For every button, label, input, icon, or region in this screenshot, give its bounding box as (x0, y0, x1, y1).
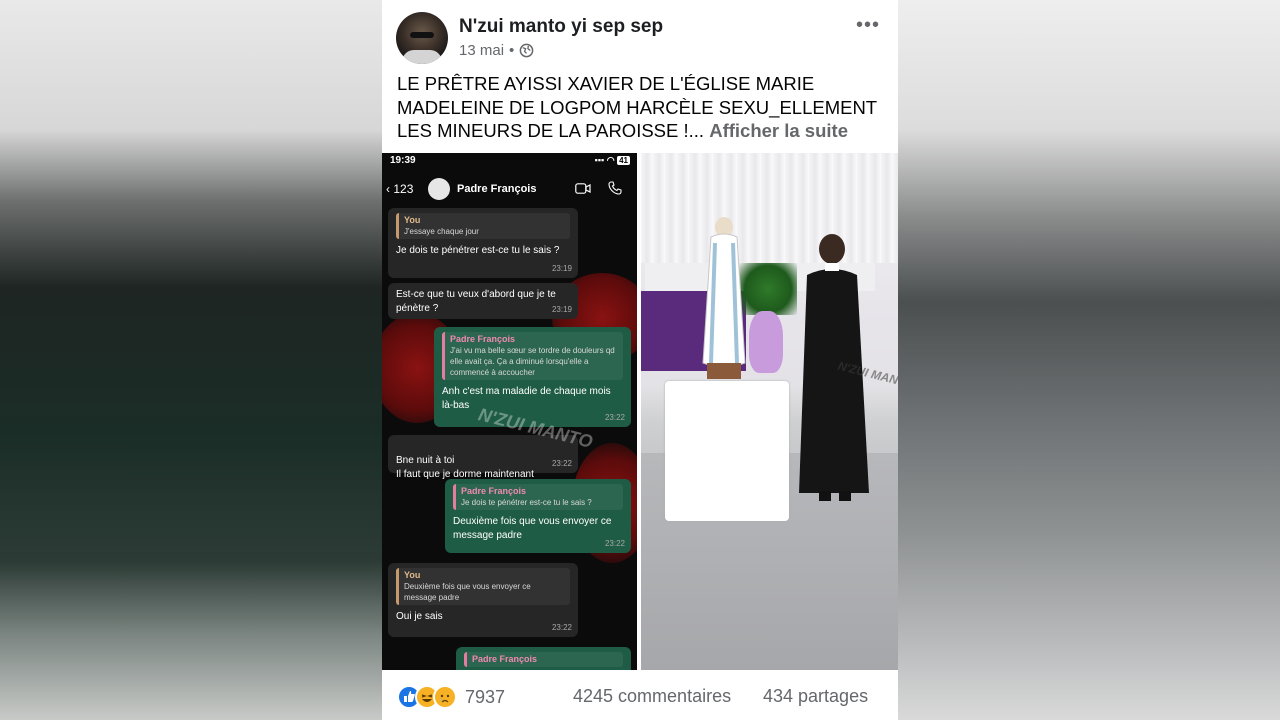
blurred-backdrop-left (0, 0, 382, 720)
message-time: 23:22 (551, 459, 572, 468)
chat-message: You Deuxième fois que vous envoyer ce me… (388, 563, 578, 637)
globe-icon (519, 43, 534, 58)
quoted-author: You (404, 215, 421, 225)
message-text: Anh c'est ma maladie de chaque mois là-b… (442, 386, 611, 411)
reactions-summary[interactable]: 7937 (397, 685, 505, 709)
post-meta: 13 mai • (459, 42, 534, 59)
quoted-message: Padre François Je dois te pénétrer est-c… (453, 484, 623, 510)
message-text: Est-ce que tu veux d'abord que je te pén… (396, 289, 556, 314)
chat-message: Padre François (456, 647, 631, 670)
message-text: Je dois te pénétrer est-ce tu le sais ? (396, 245, 560, 256)
see-more-link[interactable]: Afficher la suite (709, 120, 848, 141)
quoted-text: Je dois te pénétrer est-ce tu le sais ? (461, 498, 592, 507)
quoted-text: J'ai vu ma belle sœur se tordre de doule… (450, 346, 615, 377)
message-text: Oui je sais (396, 611, 443, 622)
quoted-message: You Deuxième fois que vous envoyer ce me… (396, 568, 570, 605)
message-time: 23:22 (604, 539, 625, 548)
post-footer: 7937 4245 commentaires 434 partages (382, 670, 898, 720)
message-text: Deuxième fois que vous envoyer ce messag… (453, 516, 612, 541)
shares-count-link[interactable]: 434 partages (763, 686, 868, 707)
author-avatar[interactable] (396, 12, 448, 64)
contact-avatar (428, 178, 450, 200)
phone-call-icon (608, 181, 622, 195)
post-date[interactable]: 13 mai (459, 42, 504, 59)
more-horizontal-icon[interactable]: ••• (856, 14, 880, 37)
message-time: 23:19 (551, 305, 572, 314)
message-time: 23:22 (604, 413, 625, 422)
message-time: 23:22 (551, 623, 572, 632)
chat-message: Padre François Je dois te pénétrer est-c… (445, 479, 631, 553)
quoted-author: Padre François (472, 654, 538, 664)
post-text: LE PRÊTRE AYISSI XAVIER DE L'ÉGLISE MARI… (397, 72, 887, 143)
chat-header: ‹ 123 Padre François (382, 175, 637, 205)
quoted-message: Padre François J'ai vu ma belle sœur se … (442, 332, 623, 380)
reaction-count: 7937 (465, 686, 506, 707)
sad-icon (433, 685, 457, 709)
battery-level: 41 (617, 156, 630, 165)
quoted-author: Padre François (461, 486, 527, 496)
video-call-icon (575, 183, 591, 194)
white-covered-table (665, 381, 789, 521)
chat-message: You J'essaye chaque jour Je dois te péné… (388, 208, 578, 278)
unread-count: 123 (393, 182, 414, 196)
purple-vase (749, 311, 783, 373)
quoted-text: J'essaye chaque jour (404, 227, 479, 236)
facebook-post-card: N'zui manto yi sep sep 13 mai • ••• LE P… (382, 0, 898, 720)
status-icons: ▪▪▪ ◠ 41 (594, 155, 630, 165)
chat-message: Padre François J'ai vu ma belle sœur se … (434, 327, 631, 427)
comments-count-link[interactable]: 4245 commentaires (573, 686, 731, 707)
message-text: Bne nuit à toi Il faut que je dorme main… (396, 455, 534, 480)
back-button: ‹ 123 (386, 182, 414, 196)
quoted-author: Padre François (450, 334, 516, 344)
avatar-shirt (402, 50, 442, 64)
blurred-backdrop-right (898, 0, 1280, 720)
avatar-sunglasses (410, 32, 434, 38)
meta-separator: • (509, 42, 515, 59)
chat-screenshot-image[interactable]: 19:39 ▪▪▪ ◠ 41 ‹ 123 Padre François You … (382, 153, 637, 670)
quoted-message: Padre François (464, 652, 623, 667)
contact-name: Padre François (457, 183, 537, 195)
post-header: N'zui manto yi sep sep 13 mai • ••• (382, 0, 898, 68)
phone-status-bar: 19:39 ▪▪▪ ◠ 41 (390, 155, 630, 169)
author-name[interactable]: N'zui manto yi sep sep (459, 16, 663, 38)
status-time: 19:39 (390, 155, 416, 166)
church-photo-image[interactable]: N'ZUI MANTO (641, 153, 898, 670)
virgin-mary-statue (702, 217, 746, 379)
quoted-text: Deuxième fois que vous envoyer ce messag… (404, 582, 531, 602)
quoted-author: You (404, 570, 421, 580)
chat-message: Est-ce que tu veux d'abord que je te pén… (388, 283, 578, 319)
message-time: 23:19 (551, 264, 572, 273)
quoted-message: You J'essaye chaque jour (396, 213, 570, 239)
